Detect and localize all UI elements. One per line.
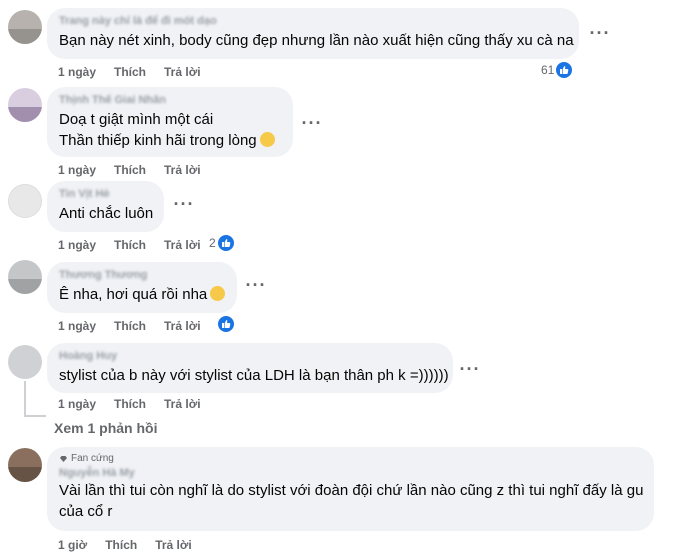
- reaction-summary[interactable]: [218, 316, 234, 332]
- comment-time[interactable]: 1 ngày: [58, 238, 96, 252]
- comment-bubble: Trang này chỉ là để đi mót dạo Bạn này n…: [47, 8, 579, 59]
- reply-button[interactable]: Trả lời: [164, 319, 201, 333]
- more-options-icon[interactable]: ···: [300, 114, 324, 134]
- comment-author[interactable]: Thương Thương: [59, 269, 225, 282]
- comment-time[interactable]: 1 ngày: [58, 163, 96, 177]
- comment-text: Bạn này nét xinh, body cũng đẹp nhưng lầ…: [59, 32, 574, 49]
- reply-button[interactable]: Trả lời: [164, 238, 201, 252]
- comment-author[interactable]: Hoàng Huy: [59, 350, 441, 363]
- comment-text: Thần thiếp kinh hãi trong lòng: [59, 130, 281, 151]
- reply-button[interactable]: Trả lời: [164, 65, 201, 79]
- avatar[interactable]: [8, 345, 42, 379]
- comment-bubble: Thịnh Thế Giai Nhân Doạ t giật mình một …: [47, 87, 293, 157]
- reaction-count: 61: [541, 63, 555, 77]
- like-button[interactable]: Thích: [105, 538, 137, 552]
- comment-time[interactable]: 1 ngày: [58, 319, 96, 333]
- comment-text-line: Thần thiếp kinh hãi trong lòng: [59, 132, 257, 149]
- comment-author[interactable]: Trang này chỉ là để đi mót dạo: [59, 15, 567, 28]
- comment-actions: 1 ngày Thích Trả lời: [58, 397, 201, 411]
- more-options-icon[interactable]: ···: [588, 24, 612, 44]
- comment-actions: 1 ngày Thích Trả lời: [58, 163, 201, 177]
- comment-text: Doạ t giật mình một cái: [59, 111, 214, 128]
- avatar[interactable]: [8, 184, 42, 218]
- reply-button[interactable]: Trả lời: [164, 397, 201, 411]
- comment-actions: 1 ngày Thích Trả lời: [58, 238, 201, 252]
- reaction-summary[interactable]: 61: [541, 62, 573, 78]
- comment-actions: 1 ngày Thích Trả lời: [58, 65, 201, 79]
- diamond-icon: [60, 456, 67, 462]
- more-options-icon[interactable]: ···: [172, 195, 196, 215]
- emoji-icon: [210, 286, 226, 301]
- fan-badge: Fan cứng: [59, 453, 642, 465]
- like-button[interactable]: Thích: [114, 65, 146, 79]
- comment-bubble: Thương Thương Ê nha, hơi quá rồi nha: [47, 262, 237, 313]
- comment-text: của cổ r: [59, 503, 113, 520]
- comment-text-line: Ê nha, hơi quá rồi nha: [59, 286, 208, 303]
- comment-author[interactable]: Nguyễn Hà My: [59, 467, 642, 480]
- avatar[interactable]: [8, 260, 42, 294]
- like-button[interactable]: Thích: [114, 238, 146, 252]
- reaction-count: 2: [209, 236, 216, 250]
- reaction-summary[interactable]: 2: [209, 235, 234, 251]
- reply-button[interactable]: Trả lời: [155, 538, 192, 552]
- emoji-icon: [259, 132, 275, 147]
- comment-bubble: Tin Vịt Hè Anti chắc luôn: [47, 181, 164, 232]
- comment-bubble: Fan cứng Nguyễn Hà My Vài lần thì tui cò…: [47, 447, 654, 531]
- like-button[interactable]: Thích: [114, 397, 146, 411]
- more-options-icon[interactable]: ···: [244, 276, 268, 296]
- more-options-icon[interactable]: ···: [458, 360, 482, 380]
- comment-text: Anti chắc luôn: [59, 205, 154, 222]
- avatar[interactable]: [8, 10, 42, 44]
- comment-time[interactable]: 1 giờ: [58, 538, 87, 552]
- comment-text: Ê nha, hơi quá rồi nha: [59, 284, 226, 305]
- comment-time[interactable]: 1 ngày: [58, 65, 96, 79]
- like-reaction-icon: [218, 316, 234, 332]
- reply-thread-line: [24, 381, 26, 417]
- comment-author[interactable]: Thịnh Thế Giai Nhân: [59, 94, 281, 107]
- comment-text: stylist của b này với stylist của LDH là…: [59, 367, 449, 384]
- reply-thread-line: [24, 415, 46, 417]
- comment-bubble: Hoàng Huy stylist của b này với stylist …: [47, 343, 453, 393]
- comment-author[interactable]: Tin Vịt Hè: [59, 188, 152, 201]
- view-replies-link[interactable]: Xem 1 phản hồi: [54, 419, 157, 437]
- like-button[interactable]: Thích: [114, 319, 146, 333]
- avatar[interactable]: [8, 88, 42, 122]
- comment-actions: 1 ngày Thích Trả lời: [58, 319, 201, 333]
- comment-text: Vài lần thì tui còn nghĩ là do stylist v…: [59, 482, 644, 499]
- comment-actions: 1 giờ Thích Trả lời: [58, 538, 192, 552]
- avatar[interactable]: [8, 448, 42, 482]
- fan-badge-label: Fan cứng: [71, 453, 114, 464]
- like-reaction-icon: [217, 235, 234, 251]
- reply-button[interactable]: Trả lời: [164, 163, 201, 177]
- like-button[interactable]: Thích: [114, 163, 146, 177]
- like-reaction-icon: [556, 62, 573, 78]
- comment-time[interactable]: 1 ngày: [58, 397, 96, 411]
